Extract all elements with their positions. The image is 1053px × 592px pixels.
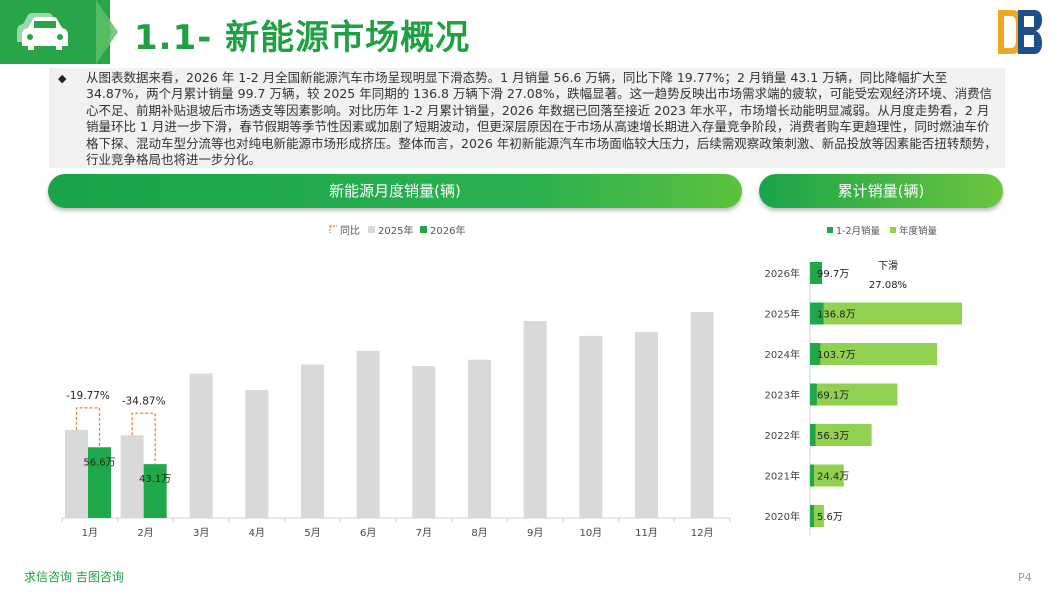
bar-ytd: [810, 383, 817, 406]
cumulative-chart-header: 累计销量(辆): [759, 174, 1003, 208]
brand-logo-icon: [998, 10, 1042, 54]
summary-bullet: ◆: [58, 72, 67, 85]
bar-ytd: [810, 505, 814, 527]
x-tick-label: 10月: [579, 527, 602, 539]
x-tick-label: 6月: [360, 527, 376, 539]
summary-text: 从图表数据来看，2026 年 1-2 月全国新能源汽车市场呈现明显下滑态势。1 …: [86, 70, 997, 168]
data-label-ytd: 136.8万: [817, 310, 856, 321]
y-tick-label: 2020年: [765, 510, 800, 523]
bar-ytd: [810, 424, 816, 446]
bar-2026: [143, 464, 167, 518]
bar-2025: [635, 332, 658, 518]
footer-brand[interactable]: 求信咨询 吉图咨询: [24, 568, 124, 585]
legend-label-2: 2026年: [430, 224, 465, 237]
y-tick-label: 2022年: [765, 429, 800, 442]
y-tick-label: 2023年: [765, 389, 800, 402]
y-tick-label: 2024年: [765, 348, 800, 361]
bar-2025: [412, 366, 436, 518]
title-band: 1.1- 新能源市场概况: [0, 0, 1053, 64]
legend-swatch-annual: [890, 227, 896, 233]
bar-2025: [356, 350, 380, 518]
x-tick-label: 12月: [691, 527, 714, 539]
legend-swatch-yoy: [329, 225, 337, 233]
cumulative-sales-chart: 1-2月销量 年度销量 2026年 99.7万 2025年 136.8万 2024年 103.…: [765, 225, 962, 536]
data-label-ytd: 56.3万: [817, 431, 849, 442]
data-label-ytd: 24.4万: [817, 472, 849, 483]
y-tick-label: 2021年: [765, 470, 800, 483]
x-tick-label: 8月: [471, 527, 487, 539]
monthly-chart-header: 新能源月度销量(辆): [48, 174, 742, 208]
x-tick-label: 9月: [527, 527, 543, 539]
x-tick-label: 11月: [635, 527, 658, 539]
bar-2025: [65, 429, 88, 518]
page-title: 1.1- 新能源市场概况: [134, 18, 471, 58]
legend-label-ytd: 1-2月销量: [836, 225, 881, 237]
legend-label-0: 同比: [340, 225, 360, 237]
data-label-ytd: 99.7万: [817, 269, 849, 280]
bar-2025: [301, 364, 324, 518]
x-tick-label: 2月: [137, 527, 153, 539]
bar-2025: [523, 321, 547, 518]
legend-swatch-1: [368, 226, 375, 233]
monthly-sales-chart: 同比 2025年 2026年 56.6万 -19.77% 1月 43.1万 -34.87% 2月…: [61, 224, 731, 539]
monthly-legend: 同比 2025年 2026年: [329, 224, 465, 237]
y-tick-label: 2025年: [765, 308, 800, 321]
bar-ytd: [810, 464, 814, 487]
x-tick-label: 5月: [304, 527, 320, 539]
x-tick-label: 7月: [416, 527, 432, 539]
x-tick-label: 3月: [193, 527, 209, 539]
data-label-2026: 56.6万: [83, 457, 115, 468]
bar-2025: [579, 335, 603, 518]
y-tick-label: 2026年: [765, 267, 800, 280]
legend-swatch-2: [420, 226, 427, 233]
bar-2025: [690, 312, 714, 518]
car-icon: [17, 13, 68, 50]
x-tick-label: 4月: [249, 527, 265, 539]
data-label-2026: 43.1万: [139, 474, 171, 485]
data-label-ytd: 69.1万: [817, 391, 849, 402]
page-number: P4: [1018, 571, 1032, 584]
title-arrow-shape-light: [96, 0, 118, 64]
legend-swatch-ytd: [827, 227, 833, 233]
x-tick-label: 1月: [82, 527, 98, 539]
legend-label-annual: 年度销量: [899, 225, 938, 237]
cumulative-legend: 1-2月销量 年度销量: [827, 225, 938, 237]
bar-2025: [468, 359, 491, 518]
decline-annotation-value: 27.08%: [869, 280, 907, 291]
data-label-ytd: 103.7万: [817, 350, 856, 361]
bar-2025: [245, 390, 269, 518]
bar-2025: [189, 373, 213, 518]
legend-label-1: 2025年: [378, 224, 413, 237]
data-label-ytd: 5.6万: [817, 512, 843, 523]
decline-annotation-label: 下滑: [878, 260, 898, 272]
yoy-label: -34.87%: [122, 395, 166, 407]
yoy-label: -19.77%: [66, 390, 110, 402]
